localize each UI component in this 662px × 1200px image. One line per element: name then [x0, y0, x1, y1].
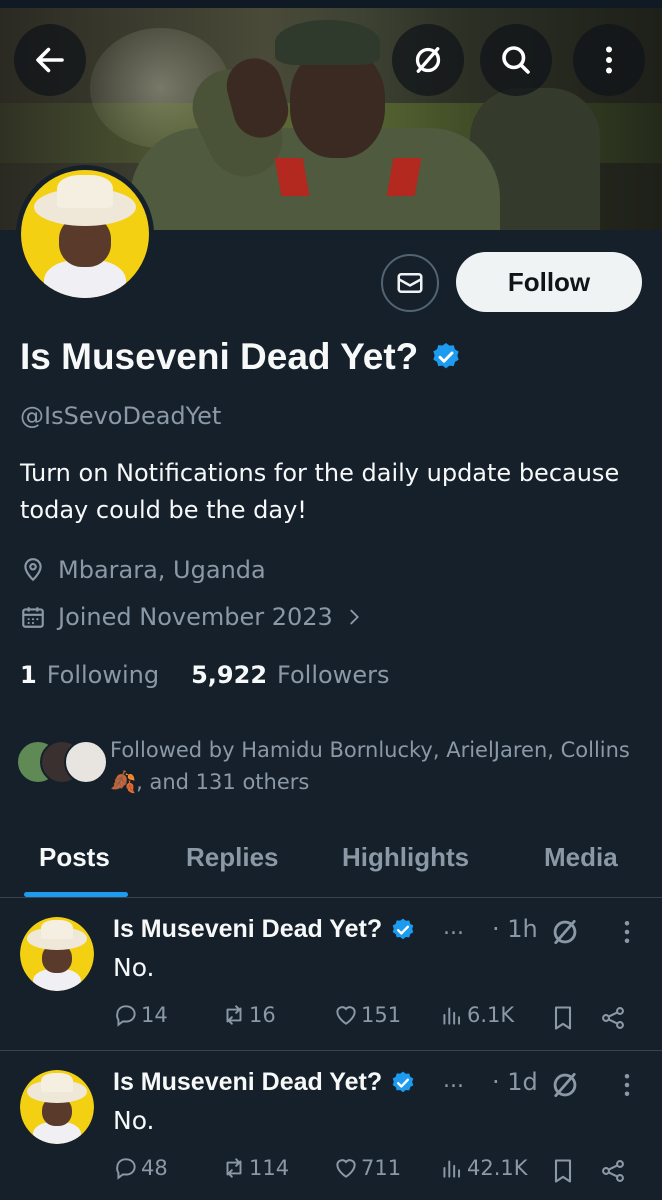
repost-button[interactable]: 16 [221, 1002, 276, 1028]
bookmark-icon[interactable] [549, 1004, 577, 1032]
post-time[interactable]: · 1h [492, 915, 538, 943]
more-options-button[interactable] [573, 24, 645, 96]
follow-counts: 1 Following 5,922 Followers [20, 661, 389, 689]
verified-badge-icon [392, 1071, 414, 1092]
profile-tabs: Posts Replies Highlights Media [0, 820, 662, 898]
reply-count: 48 [141, 1156, 168, 1180]
follow-button[interactable]: Follow [456, 252, 642, 312]
share-icon[interactable] [599, 1004, 627, 1032]
search-button[interactable] [480, 24, 552, 96]
repost-icon [226, 1158, 242, 1178]
verified-badge-icon[interactable] [430, 341, 462, 373]
post-actions: 14 16 151 6.1K [113, 1002, 633, 1036]
back-button[interactable] [14, 24, 86, 96]
like-count: 711 [361, 1156, 402, 1180]
post-author-name: Is Museveni Dead Yet? [113, 915, 383, 943]
tab-replies[interactable]: Replies [186, 842, 279, 873]
slash-circle-icon [415, 47, 441, 73]
followers-link[interactable]: 5,922 Followers [191, 661, 389, 689]
post-author-name: Is Museveni Dead Yet? [113, 1068, 383, 1096]
profile-name: Is Museveni Dead Yet? [20, 336, 462, 378]
bookmark-icon[interactable] [549, 1157, 577, 1185]
repost-count: 114 [249, 1156, 290, 1180]
like-count: 151 [361, 1003, 402, 1027]
chevron-right-icon [350, 609, 359, 625]
reply-icon [116, 1158, 136, 1180]
banner-figure-cap [275, 20, 380, 65]
views-chart-icon [443, 1160, 461, 1178]
profile-bio: Turn on Notifications for the daily upda… [20, 459, 620, 524]
heart-icon [336, 1159, 356, 1178]
views-button[interactable]: 6.1K [439, 1002, 514, 1028]
post-item[interactable]: Is Museveni Dead Yet? ... · 1h No. 14 16… [0, 899, 662, 1051]
followers-label: Followers [277, 661, 390, 689]
grok-button[interactable] [392, 24, 464, 96]
status-strip [0, 0, 662, 8]
tab-media[interactable]: Media [544, 842, 618, 873]
author-truncation: ... [443, 915, 464, 940]
reply-count: 14 [141, 1003, 168, 1027]
profile-handle: @IsSevoDeadYet [20, 402, 222, 430]
post-item[interactable]: Is Museveni Dead Yet? ... · 1d No. 48 11… [0, 1052, 662, 1200]
slash-circle-icon[interactable] [548, 1068, 582, 1102]
avatar [64, 740, 108, 784]
location-pin-icon [24, 558, 42, 582]
more-vertical-icon[interactable] [612, 917, 642, 947]
profile-location: Mbarara, Uganda [20, 556, 266, 584]
views-button[interactable]: 42.1K [439, 1155, 528, 1181]
author-truncation: ... [443, 1068, 464, 1093]
post-actions: 48 114 711 42.1K [113, 1155, 633, 1189]
follower-avatars [16, 734, 108, 784]
share-icon[interactable] [599, 1157, 627, 1185]
reply-button[interactable]: 14 [113, 1002, 168, 1028]
arrow-left-icon [36, 47, 64, 73]
post-time[interactable]: · 1d [492, 1068, 538, 1096]
following-count: 1 [20, 661, 37, 689]
like-button[interactable]: 711 [333, 1155, 401, 1181]
view-count: 42.1K [467, 1156, 528, 1180]
profile-joined[interactable]: Joined November 2023 [20, 603, 377, 631]
repost-button[interactable]: 114 [221, 1155, 289, 1181]
verified-badge-icon [392, 918, 414, 939]
calendar-icon [22, 607, 44, 628]
views-chart-icon [443, 1007, 461, 1025]
post-avatar[interactable] [20, 1070, 94, 1144]
followed-by-text: Followed by Hamidu Bornlucky, ArielJaren… [110, 738, 630, 794]
following-label: Following [46, 661, 160, 689]
view-count: 6.1K [467, 1003, 515, 1027]
mail-icon [397, 273, 423, 293]
post-author[interactable]: Is Museveni Dead Yet? [113, 1068, 416, 1097]
like-button[interactable]: 151 [333, 1002, 401, 1028]
location-text: Mbarara, Uganda [58, 556, 266, 584]
repost-count: 16 [249, 1003, 276, 1027]
slash-circle-icon[interactable] [548, 915, 582, 949]
repost-icon [226, 1005, 242, 1025]
tab-highlights[interactable]: Highlights [342, 842, 469, 873]
post-avatar[interactable] [20, 917, 94, 991]
post-author[interactable]: Is Museveni Dead Yet? [113, 915, 416, 944]
active-tab-indicator [24, 892, 128, 897]
tab-posts[interactable]: Posts [39, 842, 110, 873]
post-text: No. [113, 1106, 155, 1135]
following-link[interactable]: 1 Following [20, 661, 159, 689]
profile-avatar[interactable] [16, 165, 154, 303]
profile-name-text: Is Museveni Dead Yet? [20, 336, 419, 377]
heart-icon [336, 1006, 356, 1025]
message-button[interactable] [381, 254, 439, 312]
reply-button[interactable]: 48 [113, 1155, 168, 1181]
avatar-image [21, 170, 149, 298]
joined-text: Joined November 2023 [58, 603, 333, 631]
post-text: No. [113, 953, 155, 982]
more-vertical-icon[interactable] [612, 1070, 642, 1100]
followers-count: 5,922 [191, 661, 268, 689]
search-icon [502, 46, 530, 74]
reply-icon [116, 1005, 136, 1027]
more-vertical-icon [606, 46, 612, 74]
followed-by-row[interactable]: Followed by Hamidu Bornlucky, ArielJaren… [16, 734, 630, 798]
